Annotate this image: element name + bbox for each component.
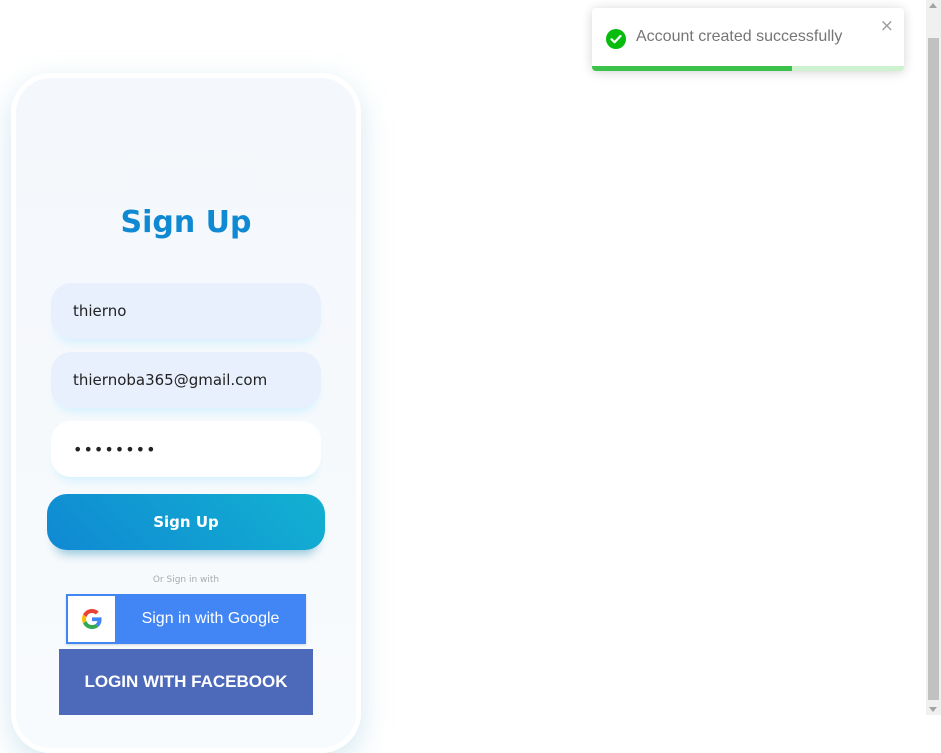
- check-circle-icon: [606, 29, 626, 49]
- username-input[interactable]: thierno: [51, 283, 321, 339]
- success-toast[interactable]: Account created successfully ×: [592, 8, 904, 71]
- vertical-scrollbar[interactable]: [926, 0, 941, 715]
- scroll-down-arrow-icon[interactable]: [929, 707, 937, 712]
- password-input[interactable]: ••••••••: [51, 421, 321, 477]
- google-signin-label: Sign in with Google: [141, 610, 280, 627]
- page-title: Sign Up: [120, 205, 252, 240]
- facebook-login-button[interactable]: LOGIN WITH FACEBOOK: [59, 649, 313, 715]
- email-input[interactable]: thiernoba365@gmail.com: [51, 352, 321, 408]
- scroll-up-arrow-icon[interactable]: [929, 3, 937, 8]
- google-icon: [68, 596, 115, 642]
- scrollbar-thumb[interactable]: [928, 38, 939, 700]
- google-signin-button[interactable]: Sign in with Google: [66, 594, 306, 644]
- signup-button[interactable]: Sign Up: [47, 494, 325, 550]
- social-divider-text: Or Sign in with: [152, 575, 220, 585]
- toast-message: Account created successfully: [636, 28, 843, 45]
- toast-progress-bar: [592, 66, 792, 71]
- close-icon[interactable]: ×: [880, 18, 894, 35]
